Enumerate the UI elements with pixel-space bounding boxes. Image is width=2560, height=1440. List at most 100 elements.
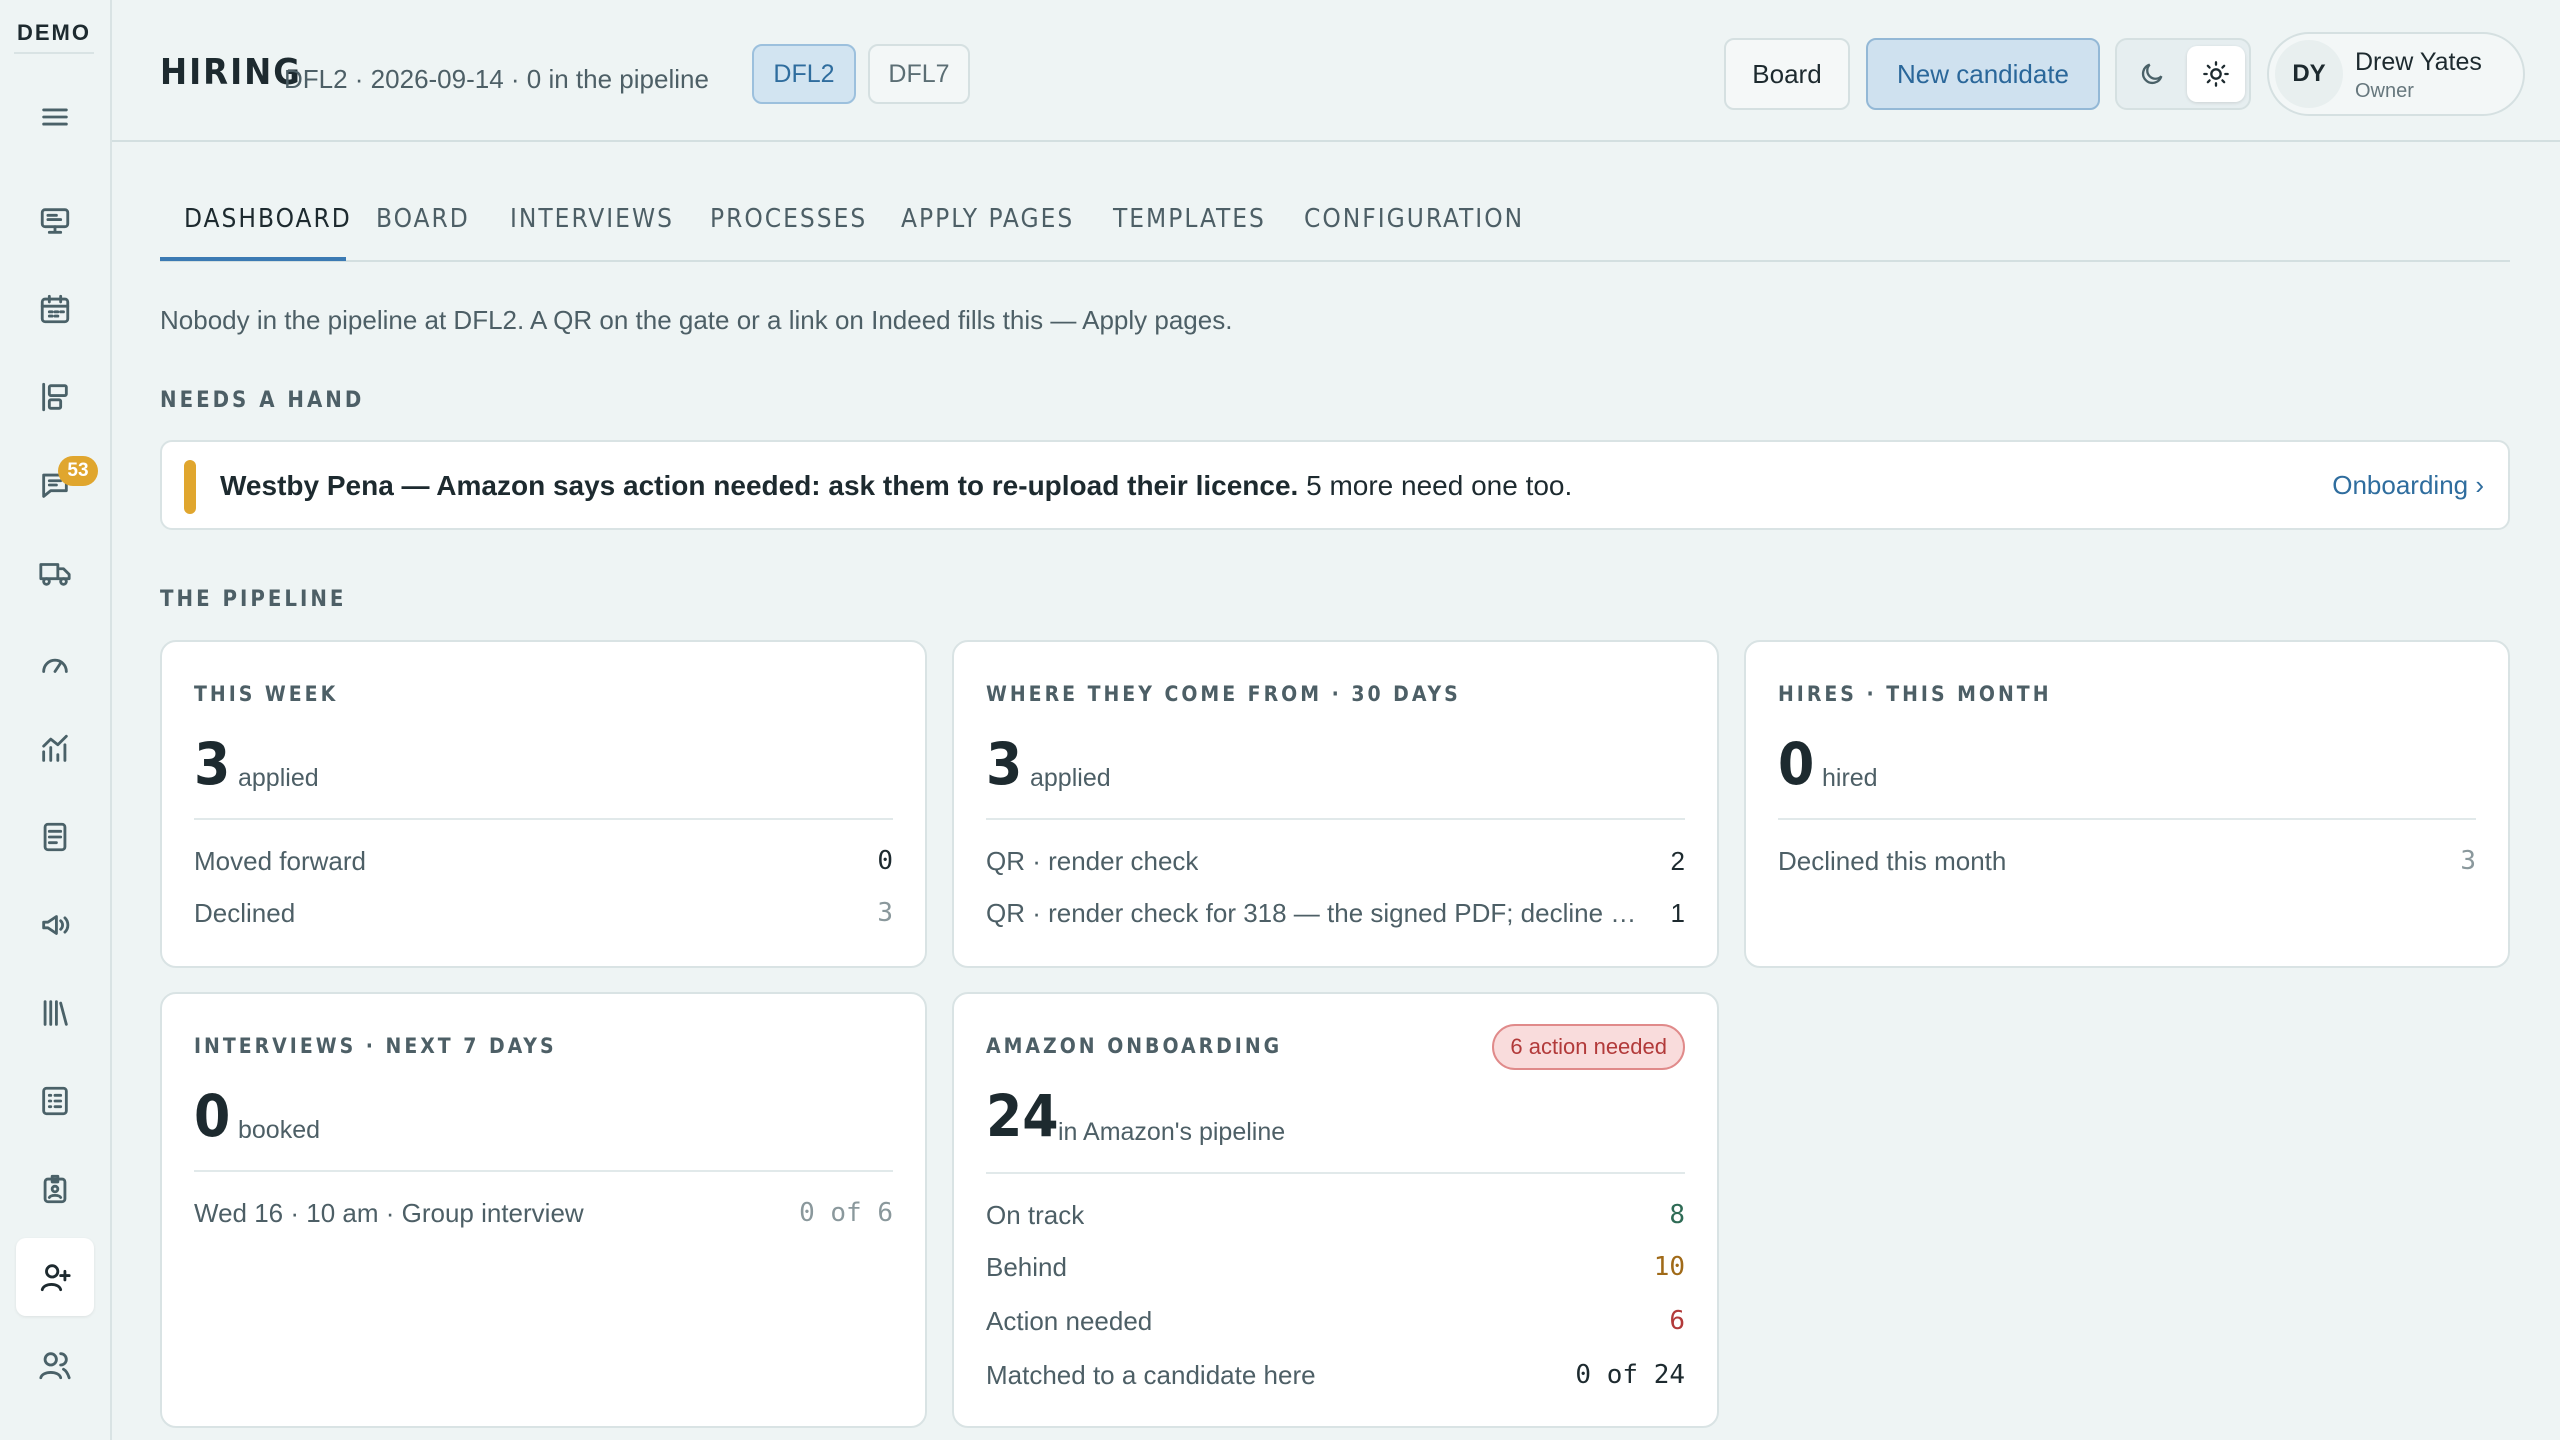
megaphone-icon[interactable] [16,886,94,964]
tab-interviews[interactable]: INTERVIEWS [510,204,674,234]
logo-divider [14,52,94,54]
row-label: Moved forward [194,846,366,876]
library-icon[interactable] [16,974,94,1052]
header: HIRING DFL2 · 2026-09-14 · 0 in the pipe… [112,0,2560,142]
row-label: Declined this month [1778,846,2007,876]
checklist-icon[interactable] [16,1062,94,1140]
tab-dashboard[interactable]: DASHBOARD [184,204,352,234]
calendar-icon[interactable] [16,270,94,348]
menu-icon[interactable] [16,78,94,156]
card-big-caption: in Amazon's pipeline [1058,1118,1286,1146]
card-label: WHERE THEY COME FROM · 30 DAYS [986,682,1461,706]
card-label: AMAZON ONBOARDING [986,1034,1283,1058]
card-big-caption: booked [238,1116,321,1144]
row-label: QR · render check [986,846,1199,876]
board-button[interactable]: Board [1724,38,1850,110]
card-divider [1778,818,2476,820]
row-value: 3 [2460,846,2476,876]
card-big-caption: applied [1030,764,1111,792]
tab-apply-pages[interactable]: APPLY PAGES [901,204,1074,234]
page-title: HIRING [160,52,302,93]
monitor-icon[interactable] [16,182,94,260]
site-chip-dfl2[interactable]: DFL2 [752,44,856,104]
card-big-number: 3 [986,730,1023,798]
card-big-number: 0 [194,1082,231,1150]
interviews-card: INTERVIEWS · NEXT 7 DAYS 0 booked Wed 16… [160,992,927,1428]
status-badge: 6 action needed [1492,1024,1685,1070]
action-alert: Westby Pena — Amazon says action needed:… [160,440,2510,530]
site-chip-dfl7[interactable]: DFL7 [868,44,970,104]
row-value: 10 [1653,1252,1685,1282]
alert-message-bold: Westby Pena — Amazon says action needed:… [220,470,1299,501]
row-value: 1 [1670,898,1685,928]
row-value: 0 of 24 [1575,1360,1685,1390]
alert-message-rest: 5 more need one too. [1298,470,1573,501]
row-label: Wed 16 · 10 am · Group interview [194,1198,584,1228]
row-label: QR · render check for 318 — the signed P… [986,898,1646,928]
gauge-icon[interactable] [16,624,94,702]
new-candidate-button[interactable]: New candidate [1866,38,2100,110]
user-role: Owner [2355,80,2414,102]
user-menu[interactable]: DY Drew Yates Owner [2267,32,2525,116]
card-label: THIS WEEK [194,682,339,706]
notification-badge: 53 [58,456,98,486]
card-divider [986,1172,1685,1174]
alert-indicator [184,460,196,514]
truck-icon[interactable] [16,534,94,612]
card-row[interactable]: Wed 16 · 10 am · Group interview 0 of 6 [194,1198,893,1234]
card-row: Moved forward 0 [194,846,893,882]
row-value: 2 [1670,846,1685,876]
card-big-number: 24 [986,1082,1059,1150]
tab-processes[interactable]: PROCESSES [710,204,867,234]
row-label: Behind [986,1252,1067,1282]
card-divider [194,818,893,820]
avatar: DY [2275,40,2343,108]
row-value: 6 [1669,1306,1685,1336]
active-tab-indicator [160,257,346,261]
tab-configuration[interactable]: CONFIGURATION [1304,204,1524,234]
moon-icon[interactable] [2123,46,2181,102]
this-week-card: THIS WEEK 3 applied Moved forward 0 Decl… [160,640,927,968]
theme-toggle [2115,38,2251,110]
hires-card: HIRES · THIS MONTH 0 hired Declined this… [1744,640,2510,968]
row-label: Action needed [986,1306,1153,1336]
sun-icon[interactable] [2187,46,2245,102]
card-big-caption: hired [1822,764,1878,792]
pipeline-heading: THE PIPELINE [160,587,347,612]
card-label: INTERVIEWS · NEXT 7 DAYS [194,1034,557,1058]
onboarding-link[interactable]: Onboarding › [2332,470,2484,501]
users-icon[interactable] [16,1326,94,1404]
app-logo: DEMO [17,20,91,45]
card-row: On track 8 [986,1200,1685,1236]
row-value: 8 [1669,1200,1685,1230]
card-big-number: 0 [1778,730,1815,798]
card-row: QR · render check for 318 — the signed P… [986,898,1685,934]
card-row: Declined this month 3 [1778,846,2476,882]
badge-icon[interactable] [16,1150,94,1228]
row-label: Declined [194,898,296,928]
document-icon[interactable] [16,798,94,876]
row-label: On track [986,1200,1085,1230]
tab-templates[interactable]: TEMPLATES [1113,204,1266,234]
alert-message: Westby Pena — Amazon says action needed:… [220,470,1572,502]
card-row: Action needed 6 [986,1306,1685,1342]
needs-a-hand-heading: NEEDS A HAND [160,388,365,413]
sources-card: WHERE THEY COME FROM · 30 DAYS 3 applied… [952,640,1719,968]
chat-icon[interactable]: 53 [16,446,98,524]
empty-pipeline-message: Nobody in the pipeline at DFL2. A QR on … [160,305,1233,335]
board-icon[interactable] [16,358,94,436]
amazon-onboarding-card: AMAZON ONBOARDING 6 action needed 24 in … [952,992,1719,1428]
card-label: HIRES · THIS MONTH [1778,682,2052,706]
card-row: Declined 3 [194,898,893,934]
card-row: Behind 10 [986,1252,1685,1288]
card-row: Matched to a candidate here 0 of 24 [986,1360,1685,1396]
row-value: 0 of 6 [799,1198,893,1228]
page-subtitle: DFL2 · 2026-09-14 · 0 in the pipeline [284,64,709,94]
row-value: 3 [877,898,893,928]
user-plus-icon[interactable] [16,1238,94,1316]
chart-icon[interactable] [16,710,94,788]
row-label: Matched to a candidate here [986,1360,1316,1390]
user-name: Drew Yates [2355,48,2482,76]
tab-board[interactable]: BOARD [376,204,470,234]
card-big-caption: applied [238,764,319,792]
